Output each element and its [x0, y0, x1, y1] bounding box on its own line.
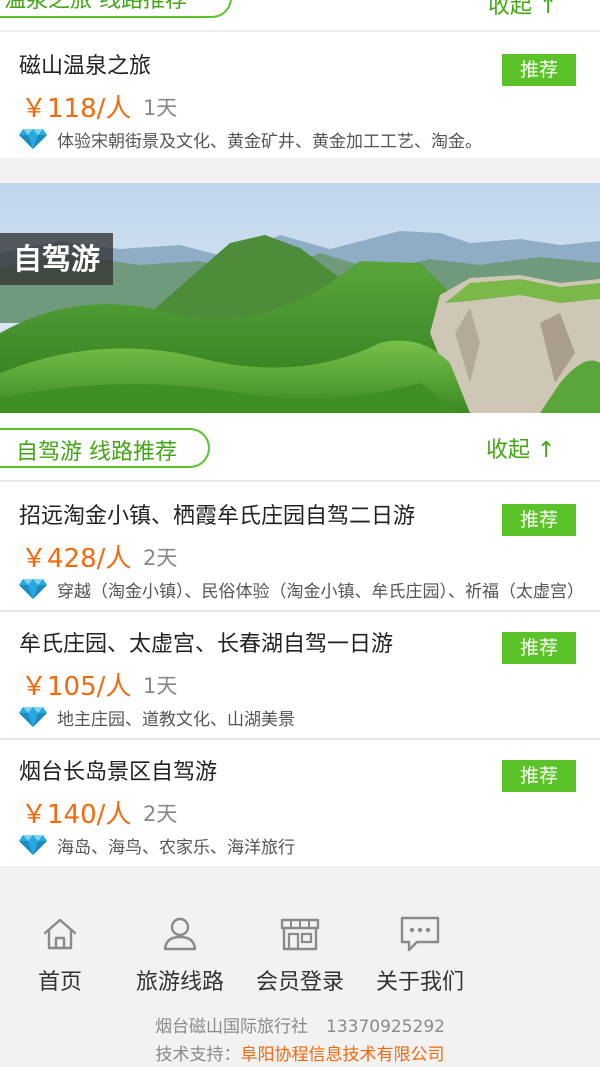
route-item[interactable]: 招远淘金小镇、栖霞牟氏庄园自驾二日游 推荐 ￥428/人 2天 穿越（淘金小镇）… — [0, 484, 600, 612]
nav-routes[interactable]: 旅游线路 — [120, 914, 240, 995]
hot-spring-section-title-pill: 温泉之旅 线路推荐 — [0, 0, 232, 18]
hot-spring-section-title: 温泉之旅 线路推荐 — [4, 0, 187, 13]
route-features: 海岛、海鸟、农家乐、海洋旅行 — [19, 832, 589, 858]
recommend-badge: 推荐 — [502, 632, 576, 664]
route-name: 招远淘金小镇、栖霞牟氏庄园自驾二日游 — [19, 504, 416, 529]
section-gap — [0, 158, 600, 183]
route-features-text: 海岛、海鸟、农家乐、海洋旅行 — [57, 837, 295, 858]
route-features: 地主庄园、道教文化、山湖美景 — [19, 704, 589, 730]
recommend-badge: 推荐 — [502, 760, 576, 792]
route-name: 磁山温泉之旅 — [19, 54, 152, 79]
diamond-icon — [19, 835, 47, 855]
nav-routes-label: 旅游线路 — [135, 970, 224, 995]
route-item[interactable]: 磁山温泉之旅 推荐 ￥118/人 1天 体验宋朝街景及文化、黄金矿井、黄金加工工… — [0, 34, 600, 158]
diamond-icon — [19, 707, 47, 727]
route-price: ￥105/人 — [21, 672, 132, 702]
drive-collapse-button[interactable]: 收起 ↑ — [486, 432, 555, 464]
diamond-icon — [19, 129, 47, 149]
route-price: ￥118/人 — [21, 94, 132, 124]
bottom-nav: 首页 旅游线路 会员登录 关于我们 — [0, 914, 600, 995]
drive-section-title: 自驾游 线路推荐 — [16, 440, 177, 465]
route-days: 1天 — [143, 674, 178, 698]
company-phone[interactable]: 13370925292 — [326, 1017, 445, 1037]
route-features: 穿越（淘金小镇）、民俗体验（淘金小镇、牟氏庄园）、祈福（太虚宫） — [19, 576, 589, 602]
hot-spring-collapse-button[interactable]: 收起 ↑ — [488, 0, 557, 20]
route-features-text: 体验宋朝街景及文化、黄金矿井、黄金加工工艺、淘金。 — [57, 131, 482, 152]
tech-support-company-link[interactable]: 阜阳协程信息技术有限公司 — [241, 1045, 445, 1065]
footer: 首页 旅游线路 会员登录 关于我们 烟台磁山国际旅行社 13370925292 … — [0, 866, 600, 1067]
tech-support-label: 技术支持： — [155, 1045, 241, 1065]
home-icon — [43, 918, 77, 950]
route-price: ￥428/人 — [21, 544, 132, 574]
drive-section-header: 自驾游 线路推荐 收起 ↑ — [0, 420, 600, 482]
self-drive-banner[interactable]: 自驾游 — [0, 183, 600, 413]
recommend-badge: 推荐 — [502, 504, 576, 536]
hot-spring-section-header: 温泉之旅 线路推荐 收起 ↑ — [0, 0, 600, 32]
diamond-icon — [19, 579, 47, 599]
nav-login[interactable]: 会员登录 — [240, 914, 360, 995]
route-item[interactable]: 烟台长岛景区自驾游 推荐 ￥140/人 2天 海岛、海鸟、农家乐、海洋旅行 — [0, 740, 600, 866]
route-price: ￥140/人 — [21, 800, 132, 830]
route-features: 体验宋朝街景及文化、黄金矿井、黄金加工工艺、淘金。 — [19, 126, 589, 152]
nav-home-label: 首页 — [37, 970, 82, 995]
tech-support: 技术支持：阜阳协程信息技术有限公司 — [0, 1040, 600, 1065]
company-info: 烟台磁山国际旅行社 13370925292 — [0, 1012, 600, 1037]
message-icon — [400, 916, 440, 952]
mountain-landscape-image — [0, 183, 600, 413]
route-item[interactable]: 牟氏庄园、太虚宫、长春湖自驾一日游 推荐 ￥105/人 1天 地主庄园、道教文化… — [0, 612, 600, 740]
route-days: 2天 — [143, 802, 178, 826]
route-name: 烟台长岛景区自驾游 — [19, 760, 218, 785]
route-days: 2天 — [143, 546, 178, 570]
route-features-text: 地主庄园、道教文化、山湖美景 — [57, 709, 295, 730]
drive-section-title-pill: 自驾游 线路推荐 — [0, 428, 210, 468]
route-days: 1天 — [143, 96, 178, 120]
user-icon — [163, 917, 197, 951]
nav-home[interactable]: 首页 — [0, 914, 120, 995]
route-features-text: 穿越（淘金小镇）、民俗体验（淘金小镇、牟氏庄园）、祈福（太虚宫） — [57, 581, 584, 602]
company-name: 烟台磁山国际旅行社 — [155, 1017, 308, 1037]
store-icon — [280, 918, 320, 951]
nav-login-label: 会员登录 — [255, 970, 344, 995]
banner-tag: 自驾游 — [0, 233, 114, 285]
route-name: 牟氏庄园、太虚宫、长春湖自驾一日游 — [19, 632, 394, 657]
nav-about-label: 关于我们 — [375, 970, 464, 995]
nav-about[interactable]: 关于我们 — [360, 914, 480, 995]
recommend-badge: 推荐 — [502, 54, 576, 86]
